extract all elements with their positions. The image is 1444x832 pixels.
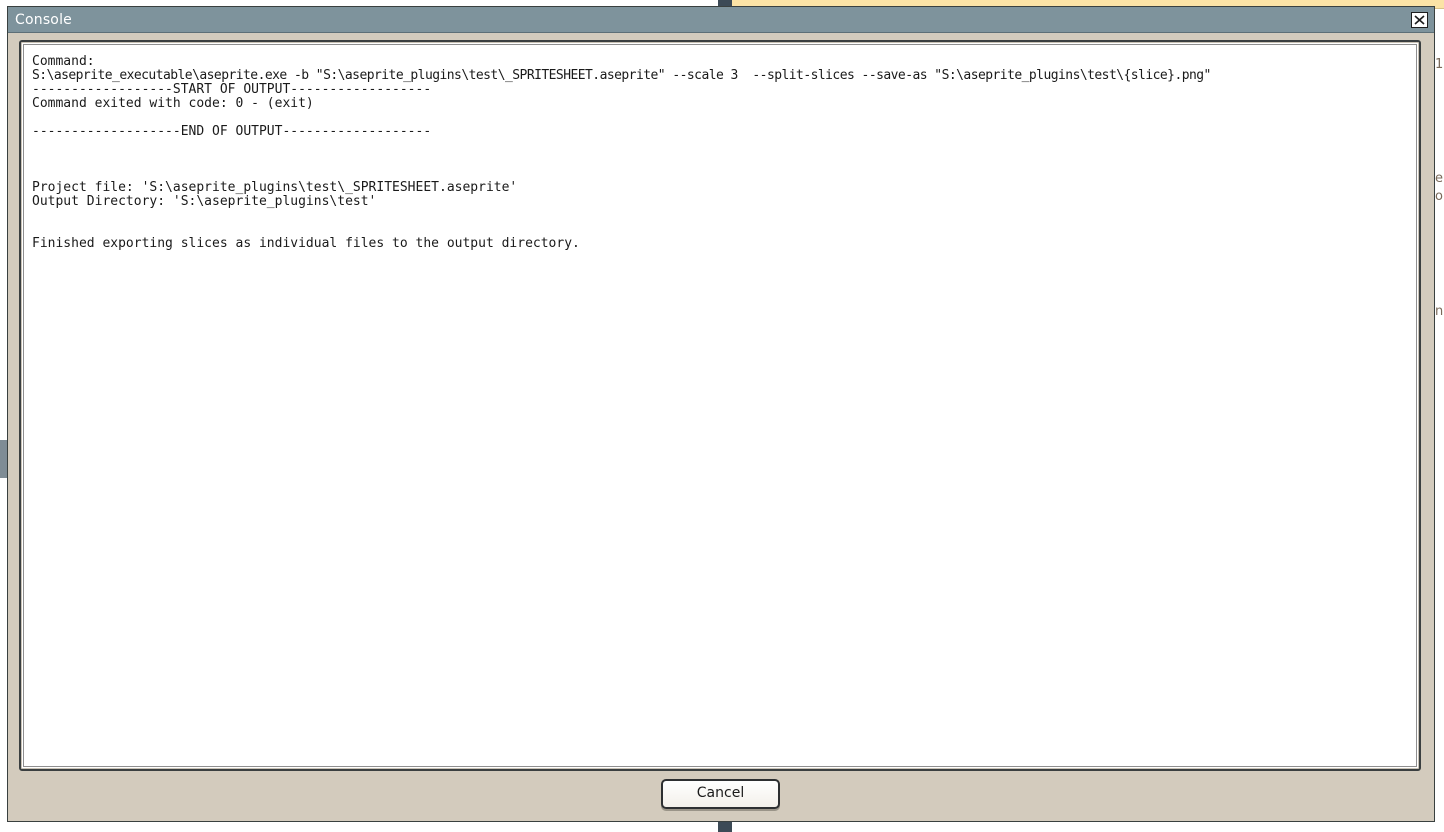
close-button[interactable] [1411,12,1428,28]
window-title: Console [15,12,72,28]
background-side-tab [0,440,7,478]
console-line: Finished exporting slices as individual … [32,236,580,251]
console-line: Command exited with code: 0 - (exit) [32,96,314,111]
console-output-text: Command: S:\aseprite_executable\aseprite… [32,55,1211,251]
console-line: Command: [32,54,95,69]
background-text-fragment: n [1435,304,1444,319]
console-line: S:\aseprite_executable\aseprite.exe -b "… [32,68,1211,83]
background-text-fragment: o [1435,189,1443,204]
title-bar[interactable]: Console [8,7,1434,33]
background-divider-bottom [718,822,732,832]
close-icon [1414,15,1425,25]
console-dialog: Console Command: S:\aseprite_executable\… [7,6,1435,822]
background-text-fragment: 1. [1435,57,1444,72]
console-line: Project file: 'S:\aseprite_plugins\test\… [32,180,518,195]
console-output-viewport: Command: S:\aseprite_executable\aseprite… [23,44,1417,767]
console-line: Output Directory: 'S:\aseprite_plugins\t… [32,194,377,209]
console-output-area[interactable]: Command: S:\aseprite_executable\aseprite… [19,40,1421,771]
console-line: -------------------END OF OUTPUT--------… [32,124,432,139]
cancel-button[interactable]: Cancel [661,779,780,809]
background-text-fragment: e [1435,171,1443,186]
console-line: ------------------START OF OUTPUT-------… [32,82,432,97]
